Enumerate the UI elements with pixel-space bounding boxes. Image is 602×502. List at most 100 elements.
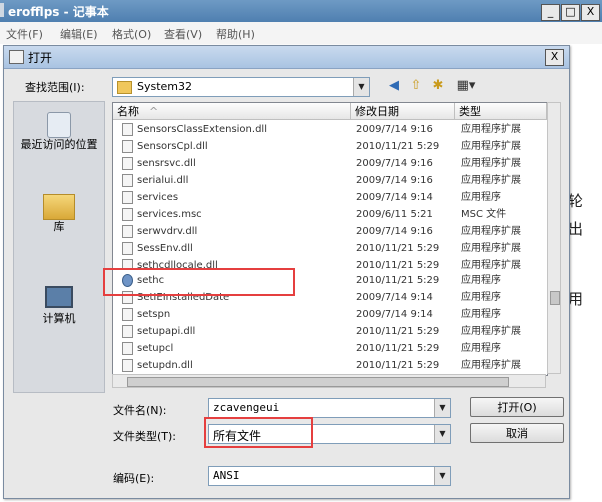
file-row[interactable]: setupcl 2010/11/21 5:29 应用程序 [113,340,547,357]
file-name: setspn [137,309,171,320]
file-type: 应用程序扩展 [461,243,521,254]
file-row[interactable]: SensorsCpl.dll 2010/11/21 5:29 应用程序扩展 [113,138,547,155]
lookin-dropdown[interactable]: System32 ▼ [112,77,370,97]
file-date: 2010/11/21 5:29 [356,326,440,337]
file-name: SensorsCpl.dll [137,141,208,152]
file-row[interactable]: SessEnv.dll 2010/11/21 5:29 应用程序扩展 [113,240,547,257]
places-bar: 最近访问的位置 库 计算机 [13,101,105,393]
file-row[interactable]: services 2009/7/14 9:14 应用程序 [113,189,547,206]
up-folder-icon[interactable]: ⇧ [406,77,426,95]
dll-file-icon [122,242,133,255]
file-name: sensrsvc.dll [137,158,196,169]
file-list[interactable]: 名称 ^ 修改日期 类型 SensorsClassExtension.dll 200… [112,102,548,376]
vertical-scrollbar[interactable] [547,102,561,374]
recent-places-icon [47,112,71,138]
menu-view[interactable]: 查看(V) [164,26,202,42]
new-folder-icon[interactable]: ✱ [428,77,448,95]
dialog-title: 打开 [28,51,53,65]
filename-label: 文件名(N): [113,404,167,417]
sort-ascending-icon: ^ [149,105,159,118]
file-type: 应用程序 [461,292,501,303]
column-header-label: 修改日期 [355,105,399,118]
dialog-close-button[interactable]: X [545,49,564,66]
file-row[interactable]: services.msc 2009/6/11 5:21 MSC 文件 [113,206,547,223]
column-header-date[interactable]: 修改日期 [351,103,455,120]
column-header-type[interactable]: 类型 [455,103,547,120]
back-icon[interactable]: ◀ [384,77,404,95]
file-date: 2010/11/21 5:29 [356,260,440,269]
file-row[interactable]: setupapi.dll 2010/11/21 5:29 应用程序扩展 [113,323,547,340]
file-name: services [137,192,179,203]
open-button[interactable]: 打开(O) [470,397,564,417]
minimize-button[interactable]: _ [541,4,560,21]
file-row[interactable]: setupdn.dll 2010/11/21 5:29 应用程序扩展 [113,357,547,374]
file-type: 应用程序扩展 [461,260,521,269]
file-date: 2010/11/21 5:29 [356,275,440,286]
file-name: setupapi.dll [137,326,196,337]
chevron-down-icon: ▼ [434,467,450,485]
file-name: serwvdrv.dll [137,226,198,237]
close-button[interactable]: X [581,4,600,21]
place-recent[interactable]: 最近访问的位置 [14,112,104,151]
chevron-down-icon: ▼ [434,425,450,443]
file-row[interactable]: sensrsvc.dll 2009/7/14 9:16 应用程序扩展 [113,155,547,172]
menu-help[interactable]: 帮助(H) [216,26,255,42]
file-date: 2010/11/21 5:29 [356,243,440,254]
exe-file-icon [122,191,133,204]
file-name: SensorsClassExtension.dll [137,124,267,135]
column-header-name[interactable]: 名称 ^ [113,103,351,120]
file-date: 2009/7/14 9:16 [356,226,433,237]
file-type: 应用程序扩展 [461,360,521,371]
scroll-thumb[interactable] [127,377,509,387]
highlight-box-sethc [103,268,295,296]
view-menu-icon[interactable]: ▦▾ [453,77,479,95]
lookin-label: 查找范围(I): [25,81,85,94]
msc-file-icon [122,208,133,221]
filename-value: zcavengeui [213,401,280,414]
place-libraries[interactable]: 库 [14,194,104,233]
filename-input[interactable]: zcavengeui ▼ [208,398,451,418]
file-date: 2009/7/14 9:16 [356,175,433,186]
filetype-label: 文件类型(T): [113,430,177,443]
computer-icon [45,286,73,308]
place-computer[interactable]: 计算机 [14,282,104,325]
file-row[interactable]: SensorsClassExtension.dll 2009/7/14 9:16 应… [113,121,547,138]
chevron-down-icon: ▼ [353,78,369,96]
file-name: setupdn.dll [137,360,193,371]
highlight-box-filetype [204,417,313,448]
folder-icon [117,81,132,94]
file-row[interactable]: serialui.dll 2009/7/14 9:16 应用程序扩展 [113,172,547,189]
dialog-title-bar: 打开 X [4,46,569,69]
file-row[interactable]: serwvdrv.dll 2009/7/14 9:16 应用程序扩展 [113,223,547,240]
menu-format[interactable]: 格式(O) [112,26,151,42]
background-text-fragment: 轮 [568,192,584,210]
file-type: 应用程序扩展 [461,141,521,152]
dll-file-icon [122,225,133,238]
file-type: 应用程序扩展 [461,124,521,135]
menu-edit[interactable]: 编辑(E) [60,26,98,42]
file-date: 2009/7/14 9:14 [356,292,433,303]
file-type: MSC 文件 [461,209,507,220]
place-label: 最近访问的位置 [20,138,98,151]
file-type: 应用程序扩展 [461,226,521,237]
notepad-title-bar: erofflps - 记事本 _ □ X [0,0,602,22]
horizontal-scrollbar[interactable] [112,374,546,388]
menu-file[interactable]: 文件(F) [6,26,43,42]
encoding-dropdown[interactable]: ANSI ▼ [208,466,451,486]
file-row[interactable]: setspn 2009/7/14 9:14 应用程序 [113,306,547,323]
notepad-menu-bar: 文件(F) 编辑(E) 格式(O) 查看(V) 帮助(H) [0,22,602,45]
dll-file-icon [122,325,133,338]
column-header-label: 名称 [117,105,139,118]
maximize-button[interactable]: □ [561,4,580,21]
file-type: 应用程序 [461,192,501,203]
chevron-down-icon[interactable]: ▼ [434,399,450,417]
file-type: 应用程序 [461,309,501,320]
cancel-button[interactable]: 取消 [470,423,564,443]
file-name: SessEnv.dll [137,243,193,254]
file-date: 2010/11/21 5:29 [356,141,440,152]
file-date: 2009/7/14 9:16 [356,124,433,135]
scroll-thumb[interactable] [550,291,560,305]
file-date: 2009/7/14 9:14 [356,309,433,320]
column-header-label: 类型 [459,105,481,118]
background-text-fragment: 出 [568,220,584,238]
